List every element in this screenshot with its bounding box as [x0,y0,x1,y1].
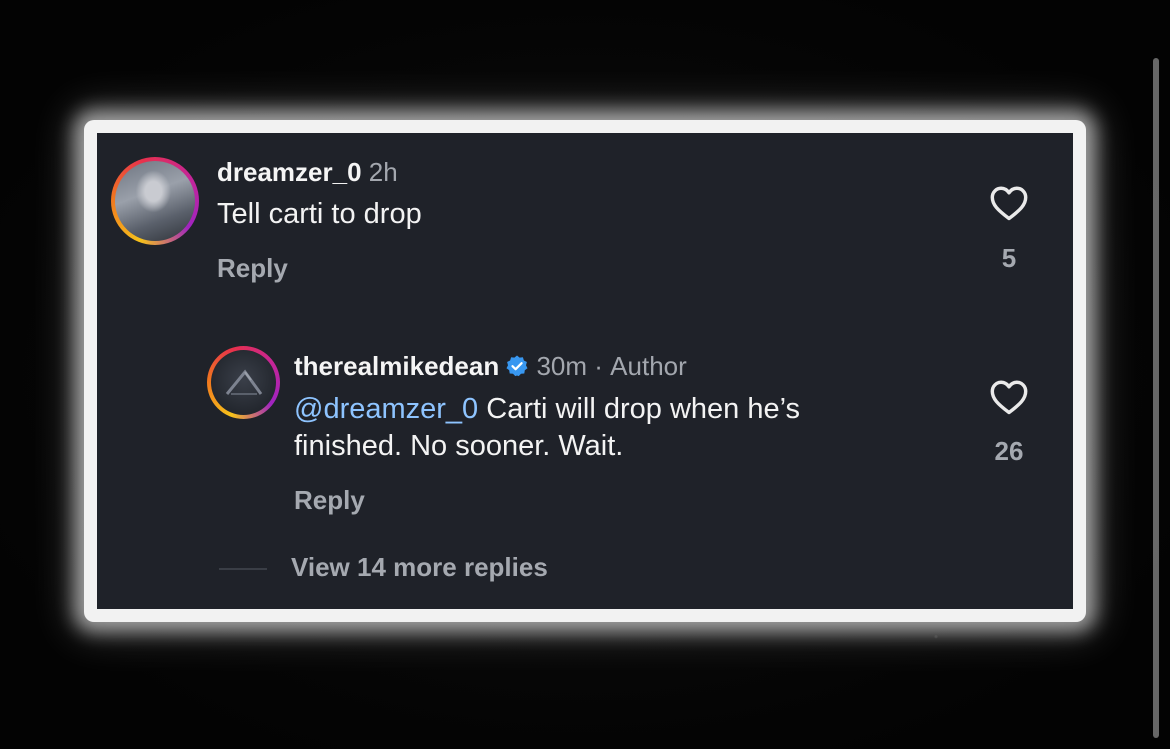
logo-mark-icon [225,369,263,395]
verified-badge-icon [506,355,528,377]
like-count: 26 [994,436,1024,466]
comment-timestamp: 2h [368,157,398,187]
scrollbar[interactable] [1153,58,1159,738]
heart-icon[interactable] [989,185,1029,221]
view-more-replies-button[interactable]: View 14 more replies [291,552,548,583]
reply-text: Carti will drop when he’s [486,393,801,425]
avatar-photo [115,161,195,241]
heart-icon[interactable] [989,379,1029,415]
comment-thread-card: dreamzer_0 2h Tell carti to drop Reply 5… [97,133,1073,609]
view-more-divider [219,568,267,570]
reply-text-line-2: finished. No sooner. Wait. [294,430,624,462]
reply-button[interactable]: Reply [217,253,288,284]
meta-separator: · [594,351,603,381]
author-label: Author [610,351,687,381]
commenter-username[interactable]: dreamzer_0 [217,157,362,187]
reply-button[interactable]: Reply [294,485,365,516]
reply-header: therealmikedean 30m · Author [294,351,687,382]
commenter-avatar[interactable] [111,157,199,245]
comment-header: dreamzer_0 2h [217,157,398,188]
reply-text-line-1: @dreamzer_0 Carti will drop when he’s [294,391,800,427]
avatar-photo [211,350,276,415]
replier-avatar[interactable] [207,346,280,419]
like-count: 5 [1001,243,1017,273]
replier-username[interactable]: therealmikedean [294,351,499,381]
reply-timestamp: 30m [536,351,588,381]
comment-text: Tell carti to drop [217,198,422,230]
mention-link[interactable]: @dreamzer_0 [294,393,478,425]
screenshot-scene: dreamzer_0 2h Tell carti to drop Reply 5… [0,0,1170,749]
